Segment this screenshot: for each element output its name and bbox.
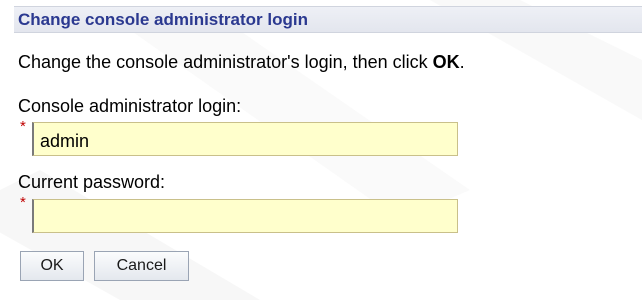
instruction-text: Change the console administrator's login… [18,52,465,73]
ok-button[interactable]: OK [20,251,84,281]
login-required-marker: * [20,118,26,135]
cancel-button[interactable]: Cancel [94,251,189,281]
login-label: Console administrator login: [18,96,242,116]
instruction-prefix: Change the console administrator's login… [18,52,433,72]
page-title: Change console administrator login [18,10,308,29]
password-input[interactable] [32,199,458,233]
password-required-marker: * [20,194,26,211]
change-login-page: Change console administrator login Chang… [0,0,642,300]
login-input[interactable] [32,122,458,156]
instruction-suffix: . [459,52,465,72]
section-header: Change console administrator login [14,6,642,33]
instruction-emphasis: OK [432,52,460,72]
password-label: Current password: [18,172,166,192]
